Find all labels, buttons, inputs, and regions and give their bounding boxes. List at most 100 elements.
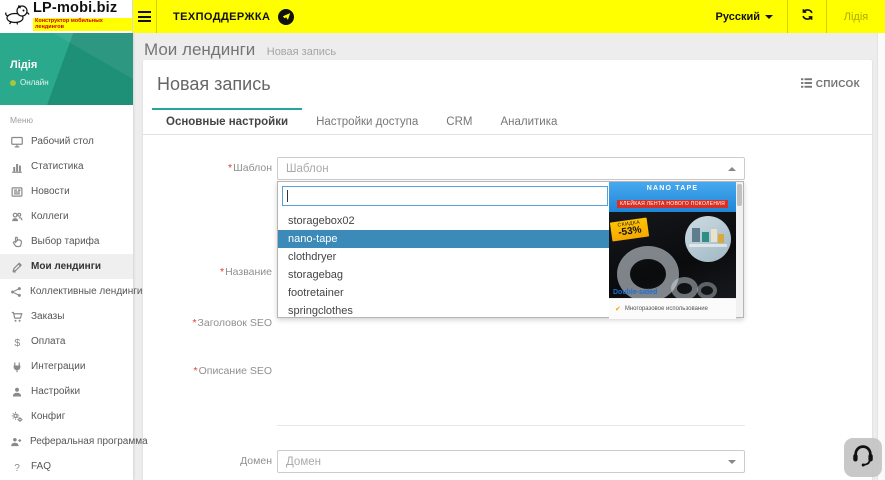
support-chat-widget[interactable] xyxy=(844,438,882,477)
sidebar-item-label: Заказы xyxy=(31,311,64,322)
language-selector[interactable]: Русский xyxy=(702,0,787,33)
language-label: Русский xyxy=(716,11,760,23)
topbar-username[interactable]: Лідія xyxy=(827,0,885,33)
domain-label: Домен xyxy=(143,455,272,467)
logo-title: LP-mobi.biz xyxy=(33,1,132,16)
refresh-icon xyxy=(801,8,814,26)
sidebar-item-label: FAQ xyxy=(31,461,51,472)
sidebar-item-1[interactable]: Статистика xyxy=(0,154,133,179)
preview-title: NANO TAPE xyxy=(609,185,736,192)
preview-product-image: СКИДКА -53% Double-sided xyxy=(609,212,736,298)
sidebar-item-5[interactable]: Мои лендинги xyxy=(0,254,133,279)
template-preview: NANO TAPE КЛЕЙКАЯ ЛЕНТА НОВОГО ПОКОЛЕНИЯ xyxy=(609,182,736,319)
sidebar-item-10[interactable]: Настройки xyxy=(0,379,133,404)
dollar-icon: $ xyxy=(10,335,23,348)
svg-text:?: ? xyxy=(14,462,20,472)
online-status-label: Онлайн xyxy=(20,78,49,87)
breadcrumb: Мои лендинги Новая запись xyxy=(133,33,885,60)
dropdown-option-storagebox02[interactable]: storagebox02 xyxy=(278,212,611,230)
online-status-dot xyxy=(10,80,16,86)
dropdown-option-storagebag[interactable]: storagebag xyxy=(278,266,611,284)
dropdown-option-springclothes[interactable]: springclothes xyxy=(278,302,611,320)
preview-inset-photo xyxy=(685,216,731,262)
chevron-down-icon xyxy=(765,15,773,19)
page-scrollbar[interactable] xyxy=(877,33,885,480)
sidebar: Лідія Онлайн Меню Рабочий столСтатистика… xyxy=(0,33,133,480)
template-dropdown: storagebox02nano-tapeclothdryerstorageba… xyxy=(277,181,744,318)
sidebar-item-3[interactable]: Коллеги xyxy=(0,204,133,229)
support-label: ТЕХПОДДЕРЖКА xyxy=(173,11,270,23)
dog-logo-icon xyxy=(4,3,30,30)
sidebar-item-2[interactable]: Новости xyxy=(0,179,133,204)
users-icon xyxy=(10,210,23,223)
sidebar-item-9[interactable]: Интеграции xyxy=(0,354,133,379)
tab-2[interactable]: CRM xyxy=(432,108,486,135)
headset-icon xyxy=(850,442,876,473)
seo-desc-label: *Описание SEO xyxy=(143,365,272,377)
sidebar-item-13[interactable]: ? FAQ xyxy=(0,454,133,479)
seo-title-label: *Заголовок SEO xyxy=(143,317,272,329)
tab-0[interactable]: Основные настройки xyxy=(152,108,302,135)
sidebar-item-label: Реферальная программа xyxy=(30,436,148,447)
dropdown-option-nano-tape[interactable]: nano-tape xyxy=(278,230,611,248)
tabs: Основные настройкиНастройки доступаCRMАн… xyxy=(143,108,872,135)
sidebar-item-label: Интеграции xyxy=(31,361,85,372)
template-select[interactable]: Шаблон xyxy=(277,157,745,180)
sidebar-item-7[interactable]: Заказы xyxy=(0,304,133,329)
sidebar-item-0[interactable]: Рабочий стол xyxy=(0,129,133,154)
preview-subtitle: КЛЕЙКАЯ ЛЕНТА НОВОГО ПОКОЛЕНИЯ xyxy=(617,200,728,208)
hand-pointer-icon xyxy=(10,235,23,248)
sidebar-item-label: Коллективные лендинги xyxy=(30,286,143,297)
tab-1[interactable]: Настройки доступа xyxy=(302,108,432,135)
sidebar-item-label: Конфиг xyxy=(31,411,65,422)
template-label: *Шаблон xyxy=(143,162,272,174)
dropdown-scrollbar[interactable] xyxy=(736,182,743,317)
logo-subtitle: Конструктор мобильных лендингов xyxy=(33,18,132,31)
user-plus-icon xyxy=(10,435,22,448)
tape-roll-medium xyxy=(671,277,698,298)
preview-caption: Double-sided xyxy=(613,289,657,296)
dropdown-option-clothdryer[interactable]: clothdryer xyxy=(278,248,611,266)
sidebar-item-4[interactable]: Выбор тарифа xyxy=(0,229,133,254)
main-content: Мои лендинги Новая запись Новая запись С… xyxy=(133,33,885,480)
domain-select[interactable]: Домен xyxy=(277,450,745,473)
name-label: *Название xyxy=(143,266,272,278)
page-title: Мои лендинги xyxy=(144,40,255,59)
menu-section-label: Меню xyxy=(0,105,133,129)
hamburger-icon[interactable] xyxy=(133,0,157,33)
cart-icon xyxy=(10,310,23,323)
user-icon xyxy=(10,385,23,398)
new-record-card: Новая запись СПИСОК Основные настройкиНа… xyxy=(143,60,872,480)
domain-select-placeholder: Домен xyxy=(286,456,728,468)
dropdown-options: storagebox02nano-tapeclothdryerstorageba… xyxy=(278,212,611,320)
dropdown-search-input[interactable] xyxy=(282,186,608,206)
support-button[interactable]: ТЕХПОДДЕРЖКА xyxy=(157,0,308,33)
chart-icon xyxy=(10,160,23,173)
pencil-icon xyxy=(10,260,23,273)
logo[interactable]: LP-mobi.biz Конструктор мобильных лендин… xyxy=(0,0,133,33)
dropdown-option-footretainer[interactable]: footretainer xyxy=(278,284,611,302)
sidebar-item-12[interactable]: Реферальная программа xyxy=(0,429,133,454)
discount-badge: СКИДКА -53% xyxy=(610,217,650,241)
preview-feature-row: ✔ Многоразовое использование xyxy=(609,298,736,319)
check-icon: ✔ xyxy=(615,305,621,313)
sidebar-item-label: Оплата xyxy=(31,336,65,347)
sidebar-item-6[interactable]: Коллективные лендинги xyxy=(0,279,133,304)
sidebar-item-11[interactable]: Конфиг xyxy=(0,404,133,429)
tape-roll-small xyxy=(697,282,717,298)
sidebar-item-label: Коллеги xyxy=(31,211,69,222)
list-button[interactable]: СПИСОК xyxy=(801,78,860,91)
breadcrumb-sub: Новая запись xyxy=(267,46,336,58)
sidebar-item-8[interactable]: $ Оплата xyxy=(0,329,133,354)
tab-3[interactable]: Аналитика xyxy=(486,108,571,135)
list-button-label: СПИСОК xyxy=(816,79,860,90)
preview-feature-text: Многоразовое использование xyxy=(625,306,708,312)
refresh-button[interactable] xyxy=(788,0,826,33)
sidebar-item-label: Мои лендинги xyxy=(31,261,101,272)
topbar: LP-mobi.biz Конструктор мобильных лендин… xyxy=(0,0,885,33)
question-icon: ? xyxy=(10,460,23,473)
desktop-icon xyxy=(10,135,23,148)
card-title: Новая запись xyxy=(157,74,271,95)
sidebar-item-label: Статистика xyxy=(31,161,84,172)
sidebar-item-label: Новости xyxy=(31,186,70,197)
